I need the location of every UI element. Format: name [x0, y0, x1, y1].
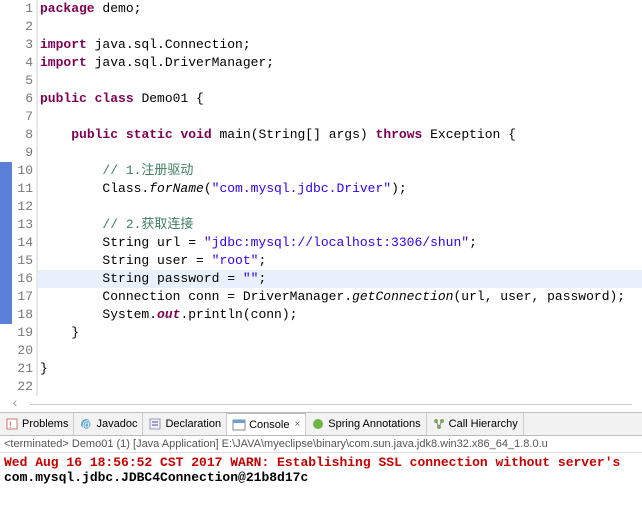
chevron-left-icon[interactable]: ‹: [0, 397, 30, 411]
change-marker: [0, 306, 12, 324]
line-number-gutter: 12345678910111213141516171819202122: [12, 0, 38, 396]
code-editor[interactable]: 12345678910111213141516171819202122 pack…: [0, 0, 642, 396]
line-number: 13: [12, 216, 33, 234]
code-line[interactable]: }: [38, 324, 642, 342]
line-number: 4: [12, 54, 33, 72]
line-number: 12: [12, 198, 33, 216]
line-number: 7: [12, 108, 33, 126]
code-line[interactable]: String url = "jdbc:mysql://localhost:330…: [38, 234, 642, 252]
change-marker: [0, 324, 12, 342]
line-number: 14: [12, 234, 33, 252]
change-marker: [0, 0, 12, 18]
tab-label: Declaration: [165, 418, 221, 430]
change-marker: [0, 36, 12, 54]
tab-label: Call Hierarchy: [449, 418, 518, 430]
change-marker: [0, 54, 12, 72]
console-output[interactable]: Wed Aug 16 18:56:52 CST 2017 WARN: Estab…: [0, 453, 642, 487]
line-number: 21: [12, 360, 33, 378]
code-line[interactable]: String user = "root";: [38, 252, 642, 270]
code-line[interactable]: import java.sql.Connection;: [38, 36, 642, 54]
change-marker: [0, 234, 12, 252]
line-number: 17: [12, 288, 33, 306]
line-number: 18: [12, 306, 33, 324]
change-marker: [0, 72, 12, 90]
code-line[interactable]: // 1.注册驱动: [38, 162, 642, 180]
close-icon[interactable]: ×: [294, 419, 300, 430]
line-number: 6: [12, 90, 33, 108]
tab-problems[interactable]: ! Problems: [0, 413, 74, 435]
svg-text:!: !: [9, 420, 12, 430]
tab-label: Console: [249, 419, 289, 431]
line-number: 1: [12, 0, 33, 18]
change-marker: [0, 288, 12, 306]
change-marker-column: [0, 0, 12, 396]
change-marker: [0, 270, 12, 288]
code-line[interactable]: [38, 198, 642, 216]
change-marker: [0, 126, 12, 144]
svg-text:@: @: [82, 420, 92, 431]
change-marker: [0, 162, 12, 180]
code-line[interactable]: public static void main(String[] args) t…: [38, 126, 642, 144]
line-number: 2: [12, 18, 33, 36]
line-number: 3: [12, 36, 33, 54]
tab-call-hierarchy[interactable]: Call Hierarchy: [427, 413, 524, 435]
problems-icon: !: [5, 417, 19, 431]
code-line[interactable]: import java.sql.DriverManager;: [38, 54, 642, 72]
code-line[interactable]: System.out.println(conn);: [38, 306, 642, 324]
line-number: 11: [12, 180, 33, 198]
line-number: 10: [12, 162, 33, 180]
code-line[interactable]: [38, 108, 642, 126]
code-line[interactable]: package demo;: [38, 0, 642, 18]
change-marker: [0, 144, 12, 162]
change-marker: [0, 360, 12, 378]
change-marker: [0, 198, 12, 216]
tab-label: Javadoc: [96, 418, 137, 430]
change-marker: [0, 90, 12, 108]
change-marker: [0, 18, 12, 36]
tab-label: Problems: [22, 418, 68, 430]
change-marker: [0, 108, 12, 126]
line-number: 20: [12, 342, 33, 360]
tab-javadoc[interactable]: @ Javadoc: [74, 413, 143, 435]
code-line[interactable]: // 2.获取连接: [38, 216, 642, 234]
tab-console[interactable]: Console ×: [227, 413, 306, 435]
console-icon: [232, 418, 246, 432]
code-area[interactable]: package demo; import java.sql.Connection;…: [38, 0, 642, 396]
code-line[interactable]: Connection conn = DriverManager.getConne…: [38, 288, 642, 306]
fold-indicator: ‹: [0, 396, 642, 412]
change-marker: [0, 216, 12, 234]
code-line[interactable]: String password = "";: [38, 270, 642, 288]
line-number: 19: [12, 324, 33, 342]
tab-declaration[interactable]: Declaration: [143, 413, 227, 435]
code-line[interactable]: [38, 72, 642, 90]
code-line[interactable]: [38, 378, 642, 396]
code-line[interactable]: Class.forName("com.mysql.jdbc.Driver");: [38, 180, 642, 198]
code-line[interactable]: }: [38, 360, 642, 378]
change-marker: [0, 252, 12, 270]
line-number: 9: [12, 144, 33, 162]
console-line: com.mysql.jdbc.JDBC4Connection@21b8d17c: [4, 470, 638, 485]
views-tabbar: ! Problems @ Javadoc Declaration Console…: [0, 412, 642, 436]
code-line[interactable]: public class Demo01 {: [38, 90, 642, 108]
line-number: 15: [12, 252, 33, 270]
line-number: 16: [12, 270, 33, 288]
line-number: 22: [12, 378, 33, 396]
console-line: Wed Aug 16 18:56:52 CST 2017 WARN: Estab…: [4, 455, 638, 470]
javadoc-icon: @: [79, 417, 93, 431]
code-line[interactable]: [38, 144, 642, 162]
declaration-icon: [148, 417, 162, 431]
tab-label: Spring Annotations: [328, 418, 420, 430]
spring-icon: [311, 417, 325, 431]
change-marker: [0, 180, 12, 198]
code-line[interactable]: [38, 342, 642, 360]
code-line[interactable]: [38, 18, 642, 36]
line-number: 8: [12, 126, 33, 144]
console-process-header: <terminated> Demo01 (1) [Java Applicatio…: [0, 436, 642, 453]
tab-spring-annotations[interactable]: Spring Annotations: [306, 413, 426, 435]
change-marker: [0, 342, 12, 360]
call-hierarchy-icon: [432, 417, 446, 431]
change-marker: [0, 378, 12, 396]
line-number: 5: [12, 72, 33, 90]
